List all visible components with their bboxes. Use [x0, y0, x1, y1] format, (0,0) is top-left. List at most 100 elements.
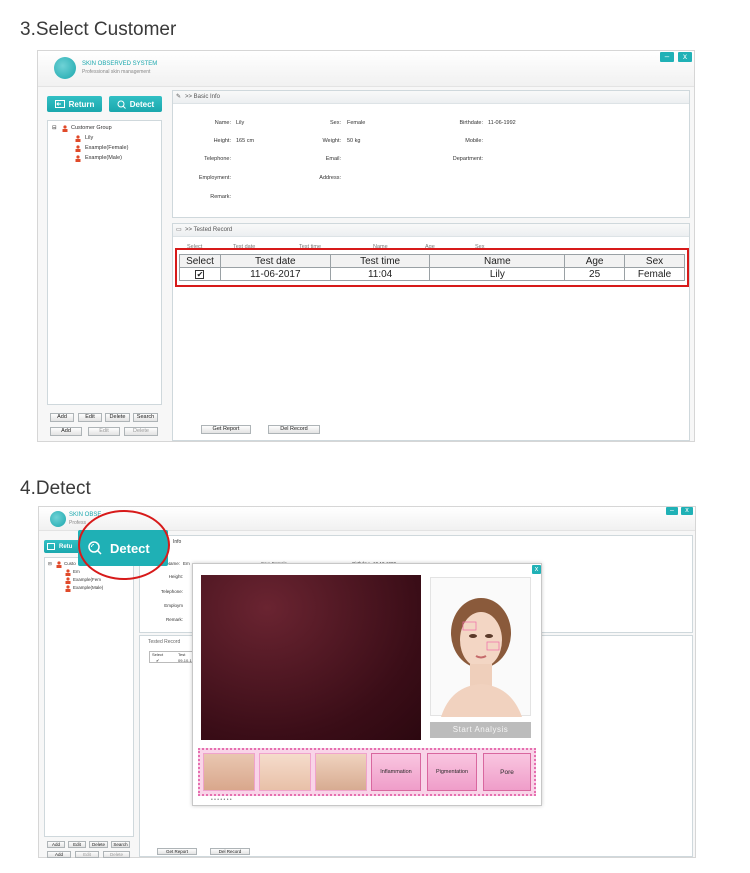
height-label: Height:	[213, 138, 231, 144]
thumbnail-forehead[interactable]	[203, 753, 255, 791]
del-record-button[interactable]: Del Record	[210, 848, 250, 855]
person-icon	[65, 569, 71, 576]
sex-cell: Female	[624, 267, 685, 281]
step4-title: 4.Detect	[20, 478, 91, 499]
minimize-button[interactable]: –	[666, 507, 678, 515]
weight-value: 50 kg	[347, 138, 361, 144]
edit-button[interactable]: Edit	[78, 413, 102, 422]
app-subtitle: Professional skin management	[82, 69, 151, 75]
delete-button[interactable]: Delete	[89, 841, 108, 848]
return-label: Return	[68, 99, 95, 109]
table-row[interactable]: ✔ 11-06-2017 11:04 Lily 25 Female	[179, 267, 685, 281]
app-subtitle: Profess	[69, 520, 86, 526]
tree-item-example-male[interactable]: Example(Male)	[85, 155, 122, 161]
search-button[interactable]: Search	[111, 841, 130, 848]
add-button[interactable]: Add	[47, 841, 65, 848]
height-label: Height:	[168, 574, 183, 579]
tree-item[interactable]: Em	[73, 569, 80, 574]
basic-info-header: ✎ >> Basic Info	[173, 91, 689, 104]
face-illustration-icon	[441, 598, 522, 717]
app-logo-icon	[54, 57, 76, 79]
birthdate-label: Birthdate:	[459, 120, 483, 126]
mini-col-select: Select	[152, 652, 164, 657]
return-label: Retu	[59, 543, 73, 550]
sex-label: Sex:	[329, 120, 341, 126]
col-sex: Sex	[624, 254, 685, 268]
mobile-label: Mobile:	[465, 138, 483, 144]
app-logo-icon	[50, 511, 66, 527]
tree-collapse-icon[interactable]: ⊟	[52, 125, 57, 131]
telephone-label: Telephone:	[160, 589, 183, 594]
group-icon	[56, 561, 62, 568]
name-cell: Lily	[429, 267, 566, 281]
magnifier-icon	[117, 100, 126, 109]
pore-tile[interactable]: Pore	[483, 753, 531, 791]
select-cell[interactable]: ✔	[179, 267, 221, 281]
tree-root[interactable]: Customer Group	[71, 125, 112, 131]
col-test-date: Test date	[219, 254, 331, 268]
step3-title: 3.Select Customer	[20, 19, 177, 40]
edit-button[interactable]: Edit	[68, 841, 86, 848]
search-button[interactable]: Search	[133, 413, 158, 422]
get-report-button[interactable]: Get Report	[157, 848, 197, 855]
start-analysis-button[interactable]: Start Analysis	[430, 722, 531, 738]
name-value: Lily	[236, 120, 245, 126]
tree-item[interactable]: Example(Fem	[73, 577, 101, 582]
customer-tree-panel: ⊟ Customer Group Lily Example(Female) Ex…	[47, 120, 162, 405]
delete-button[interactable]: Delete	[105, 413, 130, 422]
weight-label: Weight:	[322, 138, 341, 144]
mini-check[interactable]: ✔	[156, 658, 159, 663]
tested-record-header: Tested Record	[148, 639, 181, 645]
tree-collapse-icon[interactable]: ⊟	[48, 561, 52, 567]
group-icon	[62, 125, 68, 132]
sex-value: Female	[347, 120, 366, 126]
app-window-select-customer: SKIN OBSERVED SYSTEM Professional skin m…	[37, 50, 695, 442]
select-checkbox[interactable]: ✔	[195, 269, 205, 279]
del-record-button[interactable]: Del Record	[268, 425, 320, 434]
pagination-dots[interactable]: • • • • • • •	[211, 797, 232, 803]
return-button[interactable]: Return	[47, 96, 102, 112]
group-edit-button[interactable]: Edit	[88, 427, 120, 436]
thumbnail-eyes[interactable]	[315, 753, 367, 791]
close-button[interactable]: x	[678, 52, 692, 62]
group-add-button[interactable]: Add	[47, 851, 71, 858]
mini-date: 09-10-1	[178, 658, 192, 663]
telephone-label: Telephone:	[204, 156, 231, 162]
name-label: Name:	[214, 120, 231, 126]
inflammation-tile[interactable]: Inflammation	[371, 753, 421, 791]
remark-label: Remark:	[165, 617, 183, 622]
group-edit-button[interactable]: Edit	[75, 851, 99, 858]
info-header: Info	[173, 539, 182, 545]
group-delete-button[interactable]: Delete	[103, 851, 130, 858]
get-report-button[interactable]: Get Report	[201, 425, 251, 434]
birthdate-value: 11-06-1992	[488, 120, 516, 126]
return-icon	[47, 543, 55, 550]
minimize-button[interactable]: –	[660, 52, 674, 62]
email-label: Email:	[325, 156, 341, 162]
tree-item-lily[interactable]: Lily	[85, 135, 93, 141]
window-header: SKIN OBSERVED SYSTEM Professional skin m…	[38, 51, 694, 87]
pigmentation-tile[interactable]: Pigmentation	[427, 753, 477, 791]
close-button[interactable]: x	[681, 507, 693, 515]
detect-button[interactable]: Detect	[109, 96, 162, 112]
detect-label: Detect	[129, 99, 155, 109]
height-value: 165 cm	[236, 138, 255, 144]
table-header-row: Select Test date Test time Name Age Sex	[179, 254, 685, 268]
group-delete-button[interactable]: Delete	[124, 427, 158, 436]
tree-item-example-female[interactable]: Example(Female)	[85, 145, 128, 151]
person-icon	[75, 155, 81, 162]
detect-highlight-circle	[78, 510, 170, 580]
group-add-button[interactable]: Add	[50, 427, 82, 436]
record-icon: ▭	[176, 227, 182, 233]
dialog-close-button[interactable]: x	[532, 565, 541, 574]
customer-tree-panel: ⊟ Custo Em Example(Fem Example(Male)	[44, 557, 134, 837]
tree-root[interactable]: Custo	[64, 561, 76, 566]
tested-record-table: Select Test date Test time Name Age Sex …	[179, 254, 685, 281]
add-button[interactable]: Add	[50, 413, 74, 422]
thumbnail-cheek[interactable]	[259, 753, 311, 791]
remark-label: Remark:	[210, 194, 231, 200]
tree-item[interactable]: Example(Male)	[73, 585, 103, 590]
edit-icon: ✎	[176, 94, 182, 100]
address-label: Address:	[319, 175, 341, 181]
tested-record-header: ▭ >> Tested Record	[173, 224, 689, 237]
